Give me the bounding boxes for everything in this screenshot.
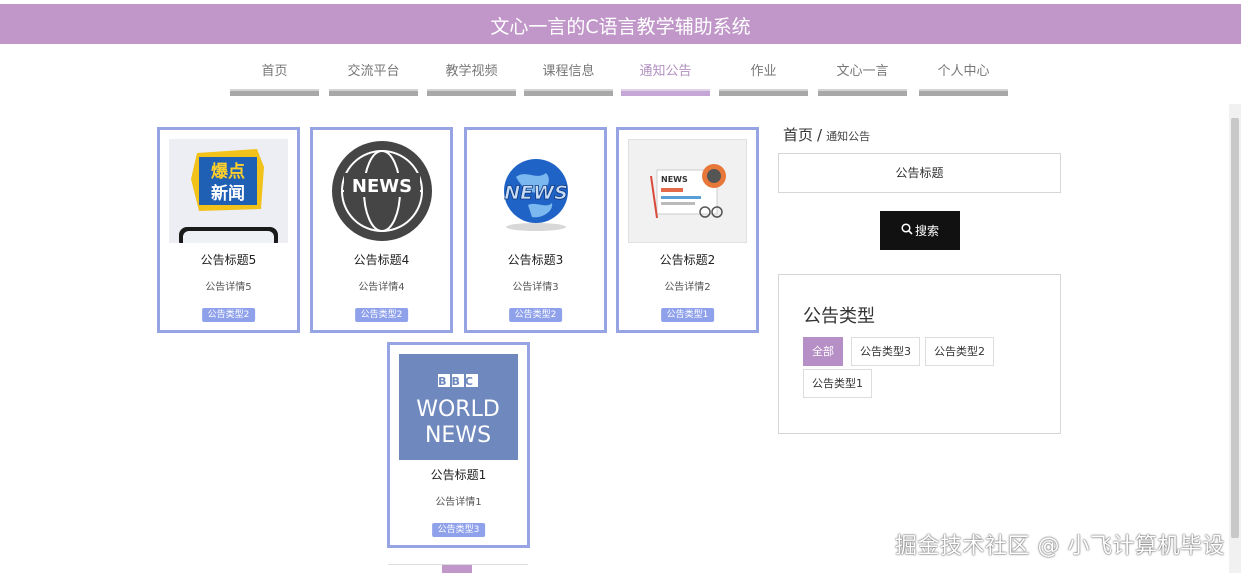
filter-tag-type1[interactable]: 公告类型1 [803,369,872,398]
image-text: WORLD [416,397,500,422]
card-type-badge: 公告类型3 [431,523,486,537]
card-type-badge: 公告类型2 [201,308,256,322]
card-title: 公告标题5 [200,253,257,267]
nav-item-courses[interactable]: 课程信息 [524,62,613,96]
card-title: 公告标题2 [659,253,716,267]
notice-card[interactable]: BBC WORLD NEWS 公告标题1 公告详情1 公告类型3 [387,342,530,548]
newspaper-glasses-image: NEWS [628,139,747,243]
image-text: NEWS [425,423,491,448]
card-detail: 公告详情5 [205,282,252,293]
image-text: BBC [438,375,478,388]
nav-item-label: 课程信息 [542,64,595,79]
nav-item-underline [621,89,710,96]
nav-item-label: 作业 [750,64,777,79]
image-text: NEWS [504,182,568,204]
notice-card[interactable]: NEWS 公告标题2 公告详情2 公告类型1 [616,127,759,333]
search-input[interactable] [778,153,1061,193]
watermark: 掘金技术社区 @ 小飞计算机毕设 [895,534,1225,559]
nav-item-underline [919,89,1008,96]
card-type-badge: 公告类型1 [660,308,715,322]
notice-card[interactable]: NEWS 公告标题3 公告详情3 公告类型2 [464,127,607,333]
nav-item-label: 首页 [261,64,288,79]
nav-item-label: 个人中心 [937,64,990,79]
search-button[interactable]: 搜索 [880,211,960,250]
card-title: 公告标题3 [507,253,564,267]
pagination [388,564,528,573]
nav-item-ernie[interactable]: 文心一言 [818,62,907,96]
filter-tag-type3[interactable]: 公告类型3 [851,337,920,366]
image-text: NEWS [352,176,412,197]
card-type-badge: 公告类型2 [508,308,563,322]
nav-item-label: 交流平台 [347,64,400,79]
breadcrumb: 首页 / 通知公告 [783,124,870,145]
card-type-badge: 公告类型2 [354,308,409,322]
breadcrumb-current: 通知公告 [826,130,871,143]
filter-tag-all[interactable]: 全部 [803,337,843,366]
image-text: 爆点 [211,161,245,182]
notice-card[interactable]: NEWS 公告标题4 公告详情4 公告类型2 [310,127,453,333]
nav-item-videos[interactable]: 教学视频 [427,62,516,96]
card-detail: 公告详情3 [512,282,559,293]
baodian-news-image: 爆点 新闻 [169,139,288,243]
news-3d-globe-image: NEWS [476,139,595,243]
card-detail: 公告详情2 [664,282,711,293]
search-icon [901,223,913,238]
nav-item-profile[interactable]: 个人中心 [919,62,1008,96]
notice-card[interactable]: 爆点 新闻 公告标题5 公告详情5 公告类型2 [157,127,300,333]
notice-type-filter: 公告类型 全部 公告类型3 公告类型2 公告类型1 [778,274,1061,434]
card-detail: 公告详情1 [435,497,482,508]
nav-item-underline [818,89,907,96]
breadcrumb-separator: / [817,126,823,144]
nav-item-label: 教学视频 [445,64,498,79]
nav-item-underline [524,89,613,96]
bbc-world-news-image: BBC WORLD NEWS [399,354,518,460]
nav-item-homework[interactable]: 作业 [719,62,808,96]
header-bar: 文心一言的C语言教学辅助系统 [0,4,1241,44]
nav-item-label: 通知公告 [639,64,692,79]
nav-item-underline [230,89,319,96]
breadcrumb-home[interactable]: 首页 [783,126,813,144]
nav-item-label: 文心一言 [836,64,889,79]
image-text: 新闻 [211,183,245,204]
nav-item-forum[interactable]: 交流平台 [329,62,418,96]
nav-item-notices[interactable]: 通知公告 [621,62,710,96]
main-nav: 首页 交流平台 教学视频 课程信息 通知公告 作业 文心一言 个人中心 [230,62,1010,96]
card-title: 公告标题4 [353,253,410,267]
nav-item-underline [329,89,418,96]
scrollbar-thumb[interactable] [1231,118,1239,538]
pagination-current-page[interactable] [442,565,472,573]
filter-tag-type2[interactable]: 公告类型2 [925,337,994,366]
nav-item-underline [427,89,516,96]
filter-title: 公告类型 [803,306,875,327]
search-button-label: 搜索 [914,224,939,238]
news-globe-badge-image: NEWS [322,139,441,243]
card-title: 公告标题1 [430,468,487,482]
site-title: 文心一言的C语言教学辅助系统 [490,16,751,38]
card-detail: 公告详情4 [358,282,405,293]
nav-item-home[interactable]: 首页 [230,62,319,96]
nav-item-underline [719,89,808,96]
image-text: NEWS [661,175,688,184]
